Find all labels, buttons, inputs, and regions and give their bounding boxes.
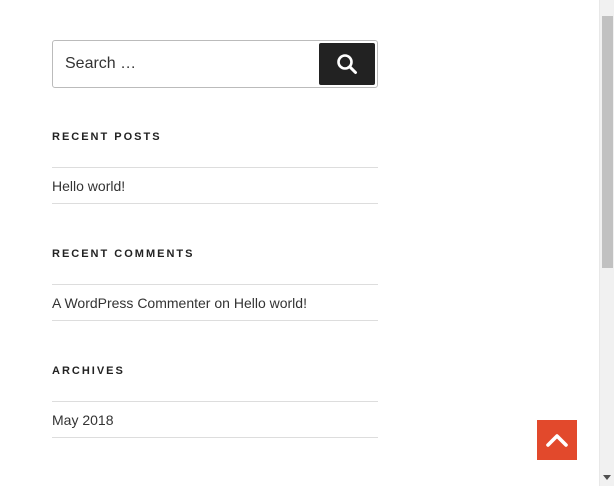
- scrollbar-thumb[interactable]: [602, 16, 613, 268]
- comment-post-link[interactable]: Hello world!: [234, 295, 307, 311]
- comment-connector: on: [214, 295, 234, 311]
- recent-comments-title: Recent Comments: [52, 248, 195, 260]
- archive-link[interactable]: May 2018: [52, 412, 113, 428]
- scroll-down-arrow-icon[interactable]: [603, 475, 611, 480]
- chevron-up-icon: [546, 434, 568, 447]
- search-input[interactable]: [53, 41, 315, 87]
- search-icon: [337, 54, 357, 74]
- recent-posts-list: Hello world!: [52, 167, 378, 204]
- search-form: [52, 40, 378, 88]
- search-button[interactable]: [319, 43, 375, 85]
- list-item: May 2018: [52, 402, 378, 438]
- recent-post-link[interactable]: Hello world!: [52, 178, 125, 194]
- recent-posts-title: Recent Posts: [52, 131, 162, 143]
- vertical-scrollbar[interactable]: [599, 0, 614, 486]
- list-item: A WordPress Commenter on Hello world!: [52, 285, 378, 321]
- archives-title: Archives: [52, 365, 125, 377]
- scroll-to-top-button[interactable]: [537, 420, 577, 460]
- sidebar: Recent Posts Hello world! Recent Comment…: [52, 40, 378, 438]
- archives-list: May 2018: [52, 401, 378, 438]
- recent-comments-list: A WordPress Commenter on Hello world!: [52, 284, 378, 321]
- comment-author-link[interactable]: A WordPress Commenter: [52, 295, 210, 311]
- list-item: Hello world!: [52, 168, 378, 204]
